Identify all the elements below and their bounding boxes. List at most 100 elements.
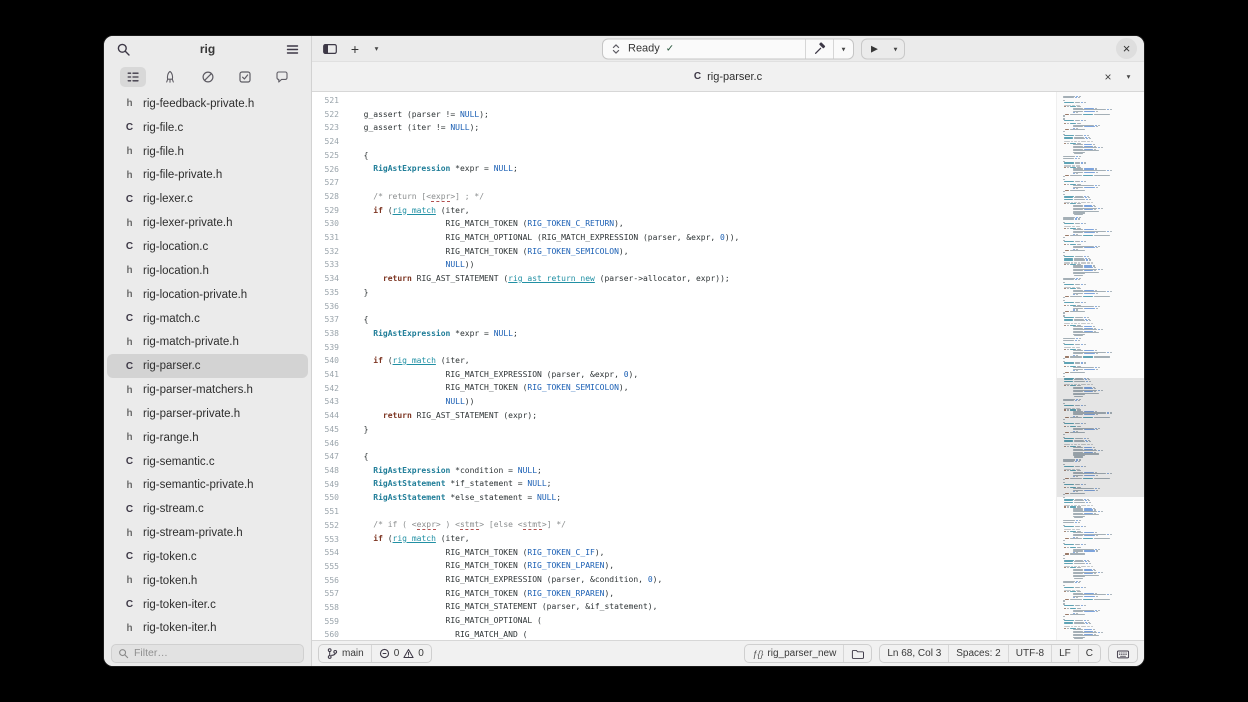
code-line[interactable]: {: [354, 313, 1052, 327]
line-ending-button[interactable]: LF: [1052, 645, 1078, 662]
code-line[interactable]: /* if ( <expr> ) <stmt> [else <stmt>] */: [354, 518, 1052, 532]
file-item[interactable]: hrig-token-iter.h: [107, 617, 308, 640]
current-function-button[interactable]: ƒ{} rig_parser_new: [745, 645, 843, 662]
code-line[interactable]: g_assert (iter != NULL);: [354, 121, 1052, 135]
code-line[interactable]: }: [354, 286, 1052, 300]
file-item[interactable]: hrig-token.h: [107, 569, 308, 593]
encoding-button[interactable]: UTF-8: [1009, 645, 1051, 662]
code-line[interactable]: [354, 94, 1052, 108]
project-folder-button[interactable]: [844, 645, 871, 662]
code-line[interactable]: RIG_MATCH_OPTIONAL (RIG_MATCH_EXPRESSION…: [354, 231, 1052, 245]
code-line[interactable]: RIG_MATCH_EXPRESSION (parser, &condition…: [354, 573, 1052, 587]
cursor-position-button[interactable]: Ln 68, Col 3: [880, 645, 948, 662]
window-close-button[interactable]: ×: [1116, 38, 1137, 59]
code-lines[interactable]: g_assert (parser != NULL); g_assert (ite…: [348, 92, 1144, 640]
code-line[interactable]: NULL)): [354, 258, 1052, 272]
filter-input[interactable]: [134, 647, 297, 659]
filter-field[interactable]: [111, 644, 304, 663]
code-line[interactable]: RIG_MATCH_TOKEN (RIG_TOKEN_SEMICOLON),: [354, 245, 1052, 259]
file-item[interactable]: hrig-feedback-private.h: [107, 92, 308, 116]
omnibar[interactable]: Ready ✓ ▾: [602, 38, 854, 59]
code-line[interactable]: {: [354, 450, 1052, 464]
code-line[interactable]: [354, 340, 1052, 354]
file-item[interactable]: Crig-token.c: [107, 545, 308, 569]
indentation-button[interactable]: Spaces: 2: [949, 645, 1007, 662]
new-tab-dropdown[interactable]: ▾: [369, 38, 384, 60]
panel-tab-diagnostics[interactable]: [195, 67, 221, 87]
panel-tab-chat[interactable]: [269, 67, 295, 87]
code-line[interactable]: if (rig_match (iter,: [354, 532, 1052, 546]
build-dropdown[interactable]: ▾: [834, 39, 853, 58]
search-button[interactable]: [112, 38, 134, 60]
editor-pane[interactable]: 5215225235245255265275285295305315325335…: [312, 92, 1144, 640]
code-line[interactable]: RIG_MATCH_TOKEN (RIG_TOKEN_LPAREN),: [354, 559, 1052, 573]
language-button[interactable]: C: [1079, 645, 1100, 662]
file-name: rig-parser-matchers.h: [143, 384, 253, 396]
code-line[interactable]: RigAstStatement *else_statement = NULL;: [354, 491, 1052, 505]
diagnostics-button[interactable]: 0 0: [372, 645, 431, 662]
code-line[interactable]: if (rig_match (iter,: [354, 354, 1052, 368]
new-tab-button[interactable]: +: [344, 38, 366, 60]
main-menu-button[interactable]: [281, 38, 303, 60]
branch-button[interactable]: main: [319, 645, 371, 662]
dropdown-caret-icon: ▾: [375, 44, 379, 53]
code-line[interactable]: RIG_MATCH_TOKEN (RIG_TOKEN_SEMICOLON),: [354, 381, 1052, 395]
code-line[interactable]: RigAstStatement *if_statement = NULL;: [354, 477, 1052, 491]
code-line[interactable]: [354, 299, 1052, 313]
code-line[interactable]: [354, 176, 1052, 190]
code-line[interactable]: if (rig_match (iter,: [354, 204, 1052, 218]
code-line[interactable]: [354, 505, 1052, 519]
code-line[interactable]: RigAstExpression *condition = NULL;: [354, 464, 1052, 478]
tab-list-button[interactable]: ▾: [1121, 66, 1136, 88]
file-item[interactable]: Crig-token-iter.c: [107, 593, 308, 617]
code-line[interactable]: NULL)): [354, 395, 1052, 409]
code-line[interactable]: return RIG_AST_STATEMENT (rig_ast_return…: [354, 272, 1052, 286]
code-line[interactable]: g_assert (parser != NULL);: [354, 108, 1052, 122]
file-item[interactable]: hrig-parser-matchers.h: [107, 378, 308, 402]
file-item[interactable]: Crig-match.c: [107, 307, 308, 331]
code-line[interactable]: RIG_MATCH_STATEMENT (parser, &if_stateme…: [354, 600, 1052, 614]
tab-close-button[interactable]: ×: [1097, 66, 1119, 88]
file-item[interactable]: hrig-location.h: [107, 259, 308, 283]
minimap-visible-region[interactable]: [1057, 378, 1144, 497]
code-line[interactable]: RigAstExpression *expr = NULL;: [354, 162, 1052, 176]
file-item[interactable]: Crig-parser.c: [107, 354, 308, 378]
code-line[interactable]: RIG_MATCH_OPTIONAL (: [354, 614, 1052, 628]
file-item[interactable]: hrig-file-private.h: [107, 164, 308, 188]
panel-tab-run[interactable]: [157, 67, 183, 87]
code-line[interactable]: [354, 436, 1052, 450]
file-item[interactable]: Crig-semantic.c: [107, 450, 308, 474]
run-dropdown[interactable]: ▾: [887, 39, 904, 58]
file-item[interactable]: hrig-file.h: [107, 140, 308, 164]
file-item[interactable]: hrig-lexer-private.h: [107, 211, 308, 235]
keyboard-button[interactable]: [1109, 645, 1137, 662]
panel-tab-tests[interactable]: [232, 67, 258, 87]
file-item[interactable]: hrig-location-private.h: [107, 283, 308, 307]
code-line[interactable]: }: [354, 423, 1052, 437]
file-item[interactable]: hrig-stream-private.h: [107, 521, 308, 545]
run-button[interactable]: ▶: [862, 39, 887, 58]
code-line[interactable]: RIG_MATCH_TOKEN (RIG_TOKEN_C_IF),: [354, 546, 1052, 560]
file-item[interactable]: hrig-match-private.h: [107, 330, 308, 354]
file-item[interactable]: hrig-range.h: [107, 426, 308, 450]
code-line[interactable]: RIG_MATCH_EXPRESSION (parser, &expr, 0),: [354, 368, 1052, 382]
code-line[interactable]: RIG_MATCH_AND (: [354, 628, 1052, 640]
file-item[interactable]: hrig-semantic-private.h: [107, 474, 308, 498]
code-line[interactable]: RigAstExpression *expr = NULL;: [354, 327, 1052, 341]
panel-tab-project-tree[interactable]: [120, 67, 146, 87]
build-button[interactable]: [806, 39, 833, 58]
minimap[interactable]: [1056, 92, 1144, 640]
toggle-sidebar-button[interactable]: [319, 38, 341, 60]
code-line[interactable]: [354, 135, 1052, 149]
file-item[interactable]: Crig-lexer.c: [107, 187, 308, 211]
file-item[interactable]: hrig-parser-private.h: [107, 402, 308, 426]
code-line[interactable]: {: [354, 149, 1052, 163]
code-line[interactable]: RIG_MATCH_TOKEN (RIG_TOKEN_C_RETURN),: [354, 217, 1052, 231]
code-line[interactable]: RIG_MATCH_TOKEN (RIG_TOKEN_RPAREN),: [354, 587, 1052, 601]
code-line[interactable]: /* return [<expr>] ; */: [354, 190, 1052, 204]
code-line[interactable]: return RIG_AST_STATEMENT (expr);: [354, 409, 1052, 423]
tab-rig-parser[interactable]: C rig-parser.c: [694, 71, 762, 83]
file-item[interactable]: Crig-stream.c: [107, 497, 308, 521]
file-item[interactable]: Crig-file.c: [107, 116, 308, 140]
file-item[interactable]: Crig-location.c: [107, 235, 308, 259]
